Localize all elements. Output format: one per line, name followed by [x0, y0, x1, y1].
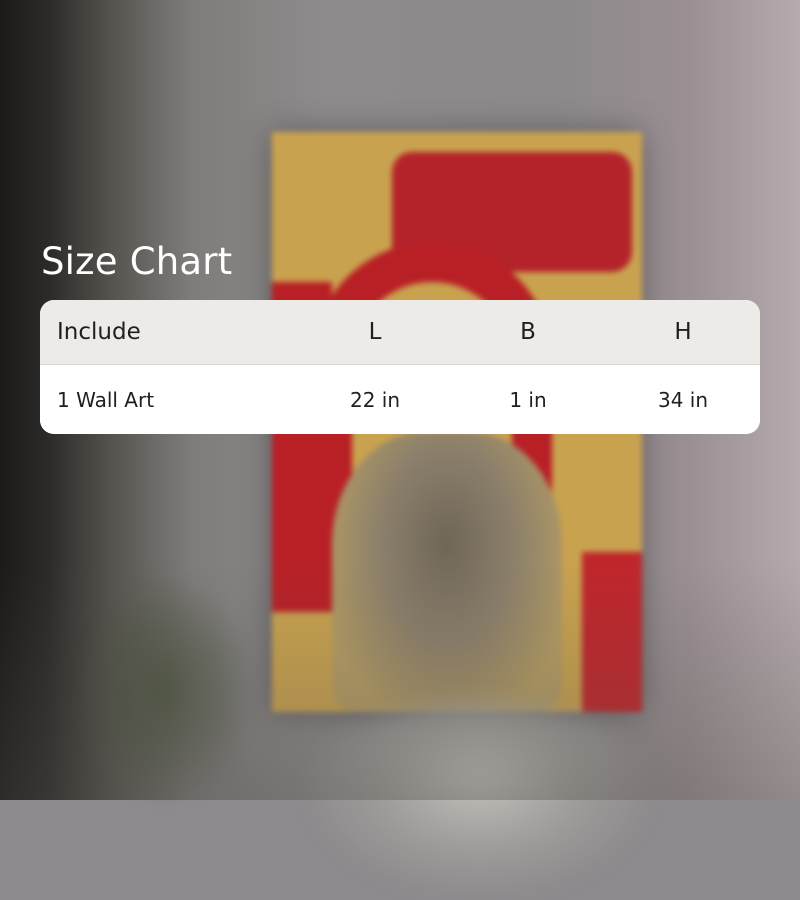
header-include: Include — [57, 319, 141, 345]
page-title: Size Chart — [41, 240, 233, 283]
header-breadth: B — [520, 319, 536, 345]
header-length: L — [368, 319, 382, 345]
table-header-row: Include L B H — [40, 300, 760, 365]
size-chart-table: Include L B H 1 Wall Art 22 in 1 in 34 i… — [40, 300, 760, 434]
cell-height: 34 in — [657, 387, 709, 412]
table-row: 1 Wall Art 22 in 1 in 34 in — [40, 365, 760, 434]
cell-include: 1 Wall Art — [57, 387, 155, 412]
cell-length: 22 in — [349, 387, 401, 412]
cell-breadth: 1 in — [509, 387, 547, 412]
header-height: H — [674, 319, 692, 345]
floor-shadow — [0, 560, 800, 800]
